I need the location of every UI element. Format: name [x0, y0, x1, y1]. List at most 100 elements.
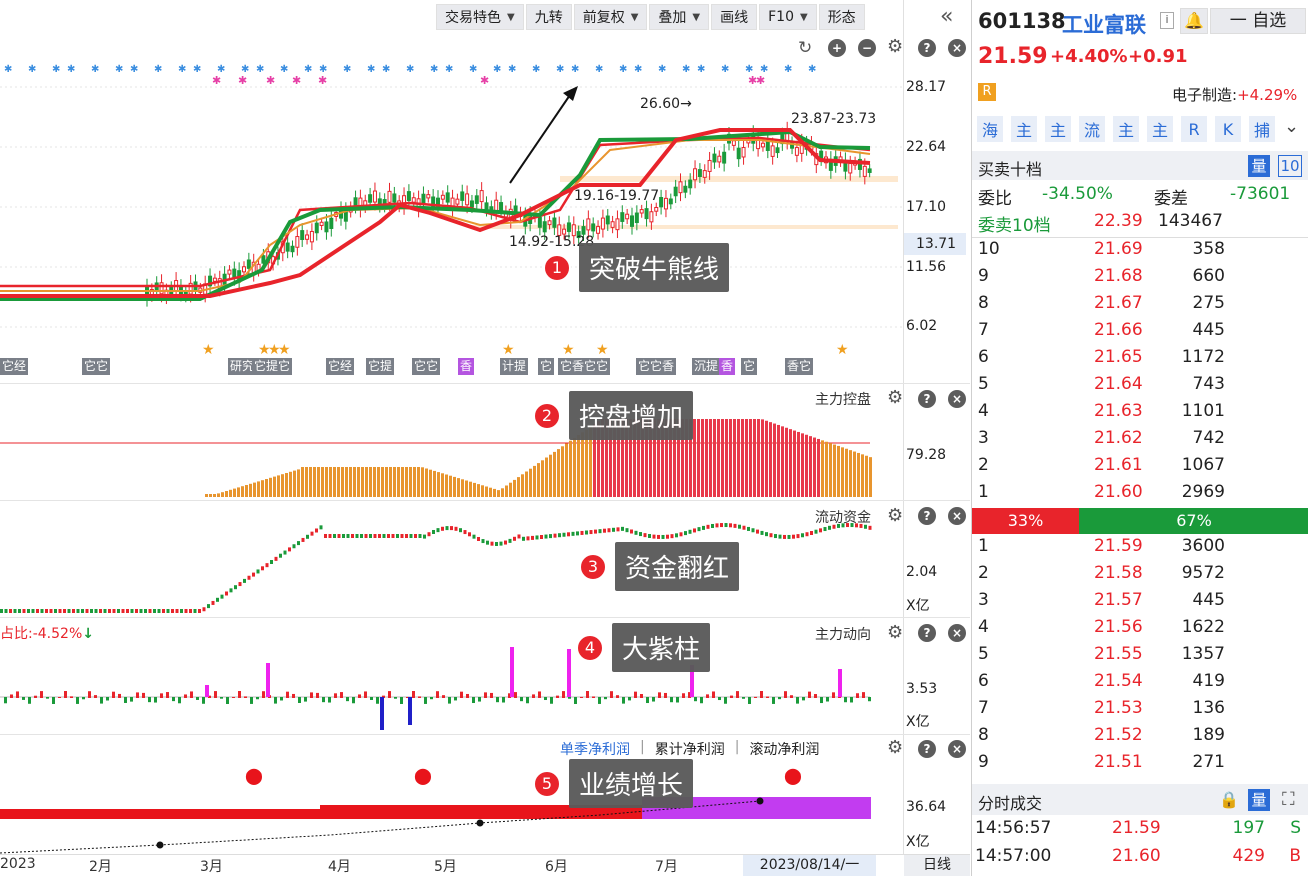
- quick-btn-zhu[interactable]: 主: [1113, 116, 1139, 142]
- chevron-down-icon[interactable]: ⌄: [1284, 116, 1299, 137]
- help-icon[interactable]: ?: [918, 507, 936, 525]
- flow-panel[interactable]: 流动资金 ⚙ ? × 2.04 X亿 3 资金翻红: [0, 501, 970, 618]
- expand-icon[interactable]: ⛶: [1282, 789, 1295, 810]
- trades-volume-toggle[interactable]: 量: [1248, 789, 1270, 811]
- event-tag[interactable]: 沉提: [692, 358, 721, 375]
- quick-btn-r[interactable]: R: [1181, 116, 1207, 142]
- bids-row[interactable]: 8 21.52 189: [972, 725, 1308, 752]
- asks-row[interactable]: 4 21.63 1101: [972, 401, 1308, 428]
- event-tag[interactable]: 它: [538, 358, 555, 375]
- close-icon[interactable]: ×: [948, 507, 966, 525]
- control-bar: [313, 467, 316, 497]
- flow-bar: [454, 697, 457, 701]
- flow-dash: [837, 523, 840, 528]
- watchlist-button[interactable]: 一 自选: [1210, 8, 1306, 34]
- control-panel[interactable]: 主力控盘 ⚙ ? × 79.28 2 控盘增加: [0, 384, 970, 501]
- bids-row[interactable]: 6 21.54 419: [972, 671, 1308, 698]
- flow-dash: [355, 534, 359, 538]
- event-tag[interactable]: 香它: [785, 358, 814, 375]
- help-icon[interactable]: ?: [918, 740, 936, 758]
- quick-btn-bu[interactable]: 捕: [1249, 116, 1275, 142]
- bids-row[interactable]: 7 21.53 136: [972, 698, 1308, 725]
- event-tag[interactable]: 它: [741, 358, 758, 375]
- flow-dash: [369, 534, 372, 538]
- flow-bar: [82, 697, 85, 700]
- period-box[interactable]: 日线: [904, 855, 970, 876]
- control-bar: [737, 419, 740, 497]
- signal-star: ★: [502, 342, 515, 358]
- event-tag[interactable]: 香: [719, 358, 736, 375]
- flow-dash: [103, 609, 107, 613]
- lock-icon[interactable]: 🔒: [1219, 790, 1239, 809]
- asks-row[interactable]: 6 21.65 1172: [972, 347, 1308, 374]
- stock-name[interactable]: 工业富联: [1062, 9, 1146, 39]
- flow-dash: [711, 523, 714, 528]
- event-tag[interactable]: 它提: [366, 358, 395, 375]
- help-icon[interactable]: ?: [918, 624, 936, 642]
- flow-bar: [232, 696, 235, 698]
- control-bar: [785, 427, 788, 497]
- flow-dash: [85, 609, 89, 613]
- quick-btn-k[interactable]: K: [1215, 116, 1241, 142]
- event-tag[interactable]: 计提: [500, 358, 529, 375]
- bell-icon[interactable]: 🔔: [1180, 8, 1208, 34]
- flow-bar: [94, 695, 97, 698]
- quick-btn-liu[interactable]: 流: [1079, 116, 1105, 142]
- quick-btn-zhu[interactable]: 主: [1011, 116, 1037, 142]
- info-icon[interactable]: i: [1160, 12, 1174, 29]
- bids-row[interactable]: 3 21.57 445: [972, 590, 1308, 617]
- flow-dash: [652, 534, 656, 539]
- flow-dash: [729, 523, 732, 528]
- flow-dash: [598, 529, 602, 534]
- flow-bar: [220, 697, 223, 699]
- asks-row[interactable]: 8 21.67 275: [972, 293, 1308, 320]
- asks-row[interactable]: 9 21.68 660: [972, 266, 1308, 293]
- flow-dash: [517, 534, 521, 539]
- asks-row[interactable]: 10 21.69 358: [972, 239, 1308, 266]
- close-icon[interactable]: ×: [948, 624, 966, 642]
- purple-bar: [205, 685, 209, 697]
- asks-row[interactable]: 2 21.61 1067: [972, 455, 1308, 482]
- event-tag[interactable]: 它提它: [252, 358, 293, 375]
- depth-toggle[interactable]: 10: [1278, 155, 1302, 177]
- control-bar: [337, 467, 340, 497]
- help-icon[interactable]: ?: [918, 39, 936, 57]
- flow-dash: [715, 523, 719, 528]
- bids-row[interactable]: 5 21.55 1357: [972, 644, 1308, 671]
- quick-btn-zhu[interactable]: 主: [1147, 116, 1173, 142]
- quick-btn-zhu[interactable]: 主: [1045, 116, 1071, 142]
- bids-row[interactable]: 4 21.56 1622: [972, 617, 1308, 644]
- collapse-icon[interactable]: «: [940, 4, 953, 29]
- asks-row[interactable]: 1 21.60 2969: [972, 482, 1308, 509]
- flow-bar: [832, 692, 835, 698]
- event-tag[interactable]: 香: [458, 358, 475, 375]
- event-tag[interactable]: 它它: [412, 358, 441, 375]
- dynamic-panel[interactable]: 占比:-4.52%↓ 主力动向 ⚙ ? × 3.53 X亿 4 大紫柱: [0, 618, 970, 735]
- flow-bar: [142, 692, 145, 698]
- flow-dash: [454, 526, 458, 531]
- r-badge[interactable]: R: [978, 83, 996, 101]
- asks-row[interactable]: 5 21.64 743: [972, 374, 1308, 401]
- bids-row[interactable]: 1 21.59 3600: [972, 536, 1308, 563]
- signal-star: ✱: [343, 64, 351, 75]
- asks-row[interactable]: 7 21.66 445: [972, 320, 1308, 347]
- control-bar: [417, 467, 420, 497]
- close-icon[interactable]: ×: [948, 740, 966, 758]
- bids-row[interactable]: 2 21.58 9572: [972, 563, 1308, 590]
- earnings-panel[interactable]: 单季净利润 | 累计净利润 | 滚动净利润 ⚙ ? × ⬤ ⬤ ⬤ 36.64 X亿 5…: [0, 735, 970, 855]
- sector-label[interactable]: 电子制造:+4.29%: [1172, 84, 1297, 105]
- asks-row[interactable]: 3 21.62 742: [972, 428, 1308, 455]
- event-tag[interactable]: 它经: [0, 358, 29, 375]
- kline-panel[interactable]: 交易特色 ▼ 九转 前复权 ▼ 叠加 ▼ 画线 F10 ▼ 形态 « ↻ + − ⚙ ?…: [0, 0, 970, 384]
- event-tag[interactable]: 它经: [326, 358, 355, 375]
- support-band: [560, 176, 898, 182]
- help-icon[interactable]: ?: [918, 390, 936, 408]
- close-icon[interactable]: ×: [948, 390, 966, 408]
- event-tag[interactable]: 它它香: [636, 358, 677, 375]
- close-icon[interactable]: ×: [948, 39, 966, 57]
- volume-toggle[interactable]: 量: [1248, 155, 1270, 177]
- quick-btn-hai[interactable]: 海: [977, 116, 1003, 142]
- event-tag[interactable]: 它香它它: [558, 358, 611, 375]
- bids-row[interactable]: 9 21.51 271: [972, 752, 1308, 779]
- event-tag[interactable]: 它它: [82, 358, 111, 375]
